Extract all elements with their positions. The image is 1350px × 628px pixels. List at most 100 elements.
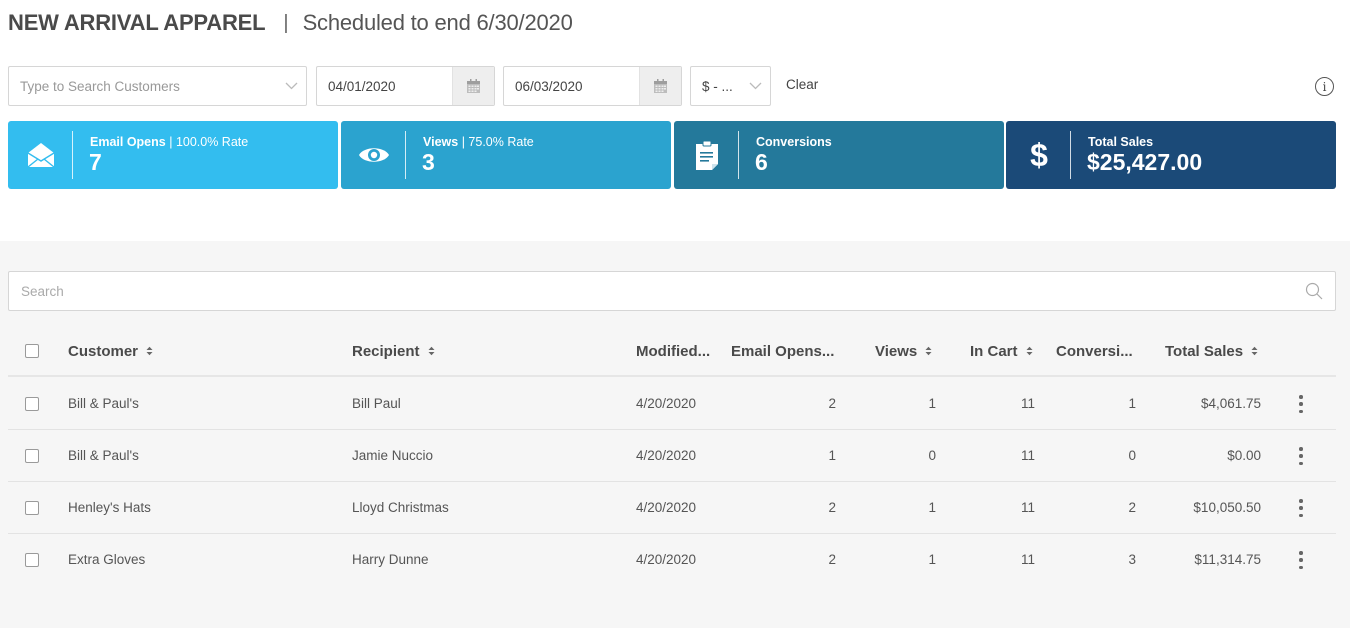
column-header-modified[interactable]: Modified... xyxy=(636,343,710,360)
column-header-in-cart[interactable]: In Cart xyxy=(970,343,1033,360)
customer-search-select[interactable]: Type to Search Customers xyxy=(8,66,307,106)
cell-email-opens: 2 xyxy=(828,552,836,567)
calendar-icon[interactable] xyxy=(452,67,494,105)
column-header-email-opens[interactable]: Email Opens... xyxy=(731,343,834,360)
cell-views: 0 xyxy=(928,448,936,463)
calendar-icon[interactable] xyxy=(639,67,681,105)
card-email-opens: Email Opens | 100.0% Rate 7 xyxy=(8,121,338,189)
table-header: Customer Recipient Modified... Email Ope… xyxy=(8,329,1336,377)
cell-conversions: 0 xyxy=(1128,448,1136,463)
row-actions-kebab-icon[interactable] xyxy=(1293,551,1309,569)
stats-cards: Email Opens | 100.0% Rate 7 Views | 75.0… xyxy=(8,121,1336,189)
card-divider xyxy=(405,131,406,179)
cell-email-opens: 1 xyxy=(828,448,836,463)
dollar-icon: $ xyxy=(1023,138,1055,172)
schedule-subtitle: Scheduled to end 6/30/2020 xyxy=(302,10,573,35)
sort-icon[interactable] xyxy=(925,346,932,356)
table-row[interactable]: Bill & Paul's Bill Paul 4/20/2020 2 1 11… xyxy=(8,378,1336,430)
row-checkbox[interactable] xyxy=(25,449,39,463)
card-views: Views | 75.0% Rate 3 xyxy=(341,121,671,189)
table-search-input[interactable]: Search xyxy=(8,271,1336,311)
cell-in-cart: 11 xyxy=(1020,448,1035,463)
page-title: NEW ARRIVAL APPAREL xyxy=(8,10,266,35)
customer-search-placeholder[interactable]: Type to Search Customers xyxy=(9,79,276,94)
cell-customer: Henley's Hats xyxy=(68,500,151,515)
cell-email-opens: 2 xyxy=(828,396,836,411)
recipients-panel: Search Customer Recipient Modified... Em… xyxy=(0,241,1350,628)
cell-modified: 4/20/2020 xyxy=(636,396,697,411)
currency-select[interactable]: $ - ... xyxy=(690,66,771,106)
row-actions-kebab-icon[interactable] xyxy=(1293,499,1309,517)
search-icon[interactable] xyxy=(1305,282,1323,300)
end-date-field[interactable]: 06/03/2020 xyxy=(503,66,682,106)
svg-text:$: $ xyxy=(1030,138,1048,172)
cell-recipient: Harry Dunne xyxy=(352,552,429,567)
chevron-down-icon[interactable] xyxy=(740,82,770,90)
card-value: 7 xyxy=(89,149,102,175)
column-header-conversions[interactable]: Conversi... xyxy=(1056,343,1133,360)
card-divider xyxy=(738,131,739,179)
cell-email-opens: 2 xyxy=(828,500,836,515)
cell-views: 1 xyxy=(928,396,936,411)
card-value: 3 xyxy=(422,149,435,175)
table-row[interactable]: Extra Gloves Harry Dunne 4/20/2020 2 1 1… xyxy=(8,534,1336,586)
row-actions-kebab-icon[interactable] xyxy=(1293,395,1309,413)
title-separator: | xyxy=(283,11,289,34)
sort-icon[interactable] xyxy=(1251,346,1258,356)
cell-in-cart: 11 xyxy=(1020,552,1035,567)
page-header: NEW ARRIVAL APPAREL | Scheduled to end 6… xyxy=(8,8,573,38)
card-label: Email Opens | 100.0% Rate xyxy=(90,135,249,149)
filter-bar: Type to Search Customers 04/01/2020 06/0… xyxy=(8,66,1342,106)
cell-in-cart: 11 xyxy=(1020,396,1035,411)
column-header-customer[interactable]: Customer xyxy=(68,343,153,360)
cell-views: 1 xyxy=(928,500,936,515)
clipboard-icon xyxy=(691,139,723,171)
card-label: Views | 75.0% Rate xyxy=(423,135,534,149)
cell-conversions: 1 xyxy=(1128,396,1136,411)
envelope-open-icon xyxy=(25,139,57,171)
cell-modified: 4/20/2020 xyxy=(636,500,697,515)
table-search-placeholder[interactable]: Search xyxy=(21,284,64,299)
card-label: Total Sales xyxy=(1088,135,1154,149)
row-checkbox[interactable] xyxy=(25,553,39,567)
cell-conversions: 3 xyxy=(1128,552,1136,567)
cell-views: 1 xyxy=(928,552,936,567)
card-total-sales: $ Total Sales $25,427.00 xyxy=(1006,121,1336,189)
info-icon[interactable]: i xyxy=(1315,77,1334,96)
cell-total-sales: $0.00 xyxy=(1227,448,1261,463)
table-row[interactable]: Bill & Paul's Jamie Nuccio 4/20/2020 1 0… xyxy=(8,430,1336,482)
cell-total-sales: $10,050.50 xyxy=(1193,500,1261,515)
row-checkbox[interactable] xyxy=(25,397,39,411)
cell-in-cart: 11 xyxy=(1020,500,1035,515)
currency-value[interactable]: $ - ... xyxy=(691,79,740,94)
column-header-total-sales[interactable]: Total Sales xyxy=(1165,343,1258,360)
select-all-checkbox[interactable] xyxy=(25,344,39,358)
table-row[interactable]: Henley's Hats Lloyd Christmas 4/20/2020 … xyxy=(8,482,1336,534)
card-label: Conversions xyxy=(756,135,832,149)
end-date-value[interactable]: 06/03/2020 xyxy=(504,79,639,94)
cell-recipient: Jamie Nuccio xyxy=(352,448,434,463)
row-actions-kebab-icon[interactable] xyxy=(1293,447,1309,465)
sort-icon[interactable] xyxy=(146,346,153,356)
cell-recipient: Lloyd Christmas xyxy=(352,500,449,515)
sort-icon[interactable] xyxy=(428,346,435,356)
chevron-down-icon[interactable] xyxy=(276,82,306,90)
cell-total-sales: $4,061.75 xyxy=(1200,396,1261,411)
start-date-value[interactable]: 04/01/2020 xyxy=(317,79,452,94)
cell-customer: Extra Gloves xyxy=(68,552,146,567)
card-value: 6 xyxy=(755,149,768,175)
card-divider xyxy=(72,131,73,179)
eye-icon xyxy=(358,139,390,171)
clear-filters-button[interactable]: Clear xyxy=(786,77,818,92)
sort-icon[interactable] xyxy=(1026,346,1033,356)
card-value: $25,427.00 xyxy=(1087,149,1203,175)
start-date-field[interactable]: 04/01/2020 xyxy=(316,66,495,106)
column-header-views[interactable]: Views xyxy=(875,343,932,360)
cell-conversions: 2 xyxy=(1128,500,1136,515)
cell-recipient: Bill Paul xyxy=(352,396,401,411)
card-conversions: Conversions 6 xyxy=(674,121,1004,189)
cell-total-sales: $11,314.75 xyxy=(1194,552,1261,567)
cell-modified: 4/20/2020 xyxy=(636,448,697,463)
row-checkbox[interactable] xyxy=(25,501,39,515)
column-header-recipient[interactable]: Recipient xyxy=(352,343,435,360)
